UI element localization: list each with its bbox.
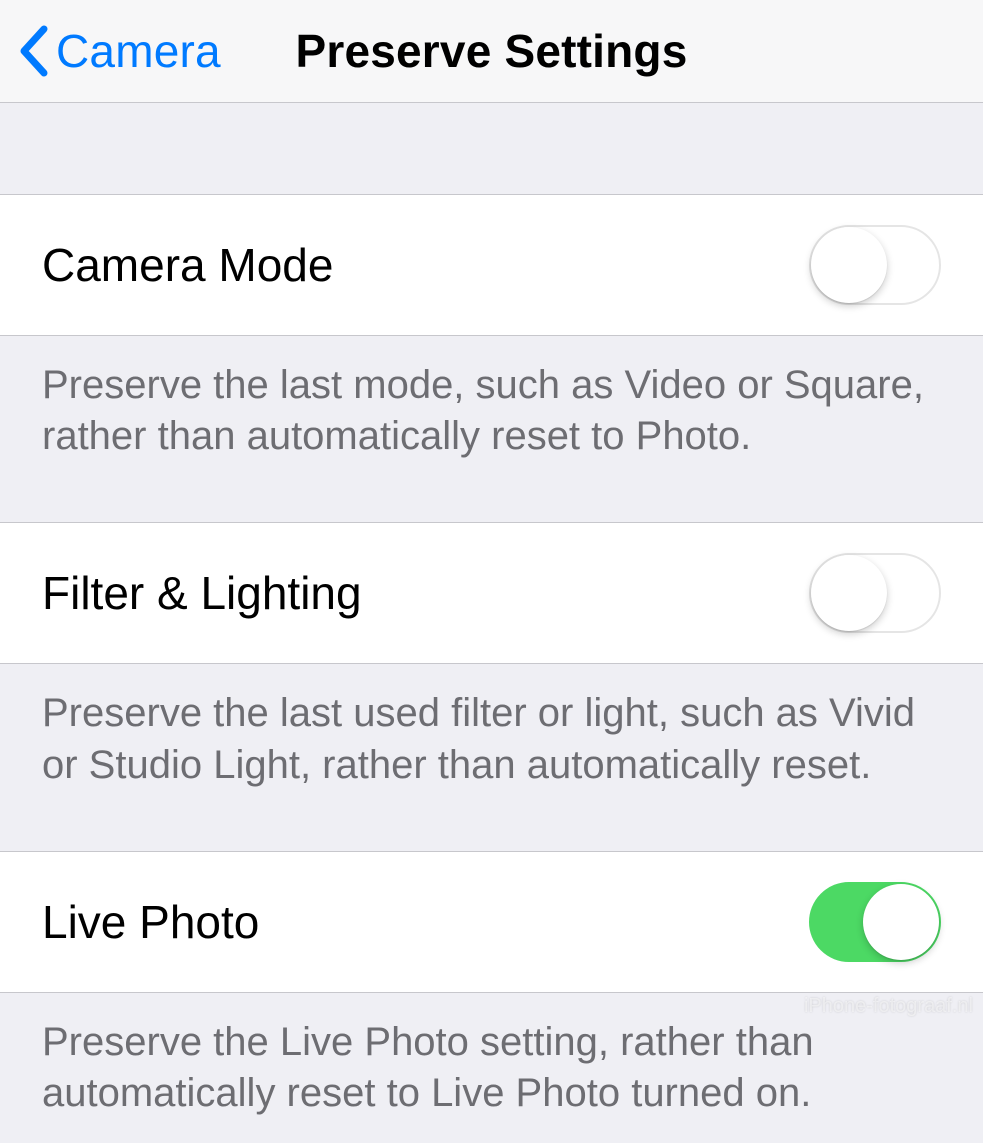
live-photo-label: Live Photo [42, 895, 259, 949]
live-photo-toggle[interactable] [809, 882, 941, 962]
filter-lighting-toggle[interactable] [809, 553, 941, 633]
toggle-knob [863, 884, 939, 960]
filter-lighting-label: Filter & Lighting [42, 566, 362, 620]
camera-mode-description: Preserve the last mode, such as Video or… [0, 336, 983, 523]
live-photo-description: Preserve the Live Photo setting, rather … [0, 993, 983, 1143]
filter-lighting-description: Preserve the last used filter or light, … [0, 664, 983, 851]
page-title: Preserve Settings [295, 24, 687, 78]
chevron-left-icon [18, 25, 48, 77]
toggle-knob [811, 227, 887, 303]
back-label: Camera [56, 24, 221, 78]
back-button[interactable]: Camera [18, 0, 221, 102]
camera-mode-row: Camera Mode [0, 195, 983, 336]
camera-mode-toggle[interactable] [809, 225, 941, 305]
live-photo-row: Live Photo [0, 852, 983, 993]
toggle-knob [811, 555, 887, 631]
nav-header: Camera Preserve Settings [0, 0, 983, 103]
section-spacer [0, 103, 983, 195]
camera-mode-label: Camera Mode [42, 238, 333, 292]
filter-lighting-row: Filter & Lighting [0, 523, 983, 664]
